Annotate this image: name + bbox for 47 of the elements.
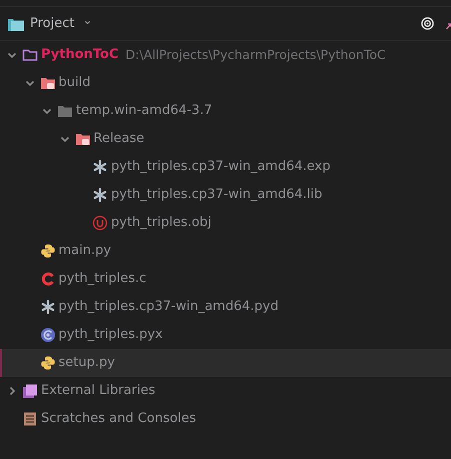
item-label: pyth_triples.obj xyxy=(111,214,212,232)
item-label: setup.py xyxy=(58,354,115,372)
item-label: Release xyxy=(94,130,144,148)
folder-icon xyxy=(74,131,90,147)
asterisk-icon xyxy=(40,299,56,315)
arrow-icon[interactable] xyxy=(446,20,451,30)
tree-row[interactable]: pyth_triples.cp37-win_amd64.lib xyxy=(0,181,451,209)
tree-row[interactable]: Release xyxy=(0,125,451,153)
item-label: Scratches and Consoles xyxy=(41,410,196,428)
c-file-icon xyxy=(40,271,56,287)
tree-row[interactable]: temp.win-amd64-3.7 xyxy=(0,97,451,125)
tree-row[interactable]: pyth_triples.cp37-win_amd64.pyd xyxy=(0,293,451,321)
object-file-icon xyxy=(92,215,108,231)
item-label: build xyxy=(58,74,90,92)
folder-icon xyxy=(40,75,56,91)
folder-icon xyxy=(57,103,73,119)
asterisk-icon xyxy=(92,187,108,203)
item-label: main.py xyxy=(58,242,112,260)
scratches-icon xyxy=(22,411,38,427)
tree-row[interactable]: build xyxy=(0,69,451,97)
tree-row[interactable]: main.py xyxy=(0,237,451,265)
item-label: pyth_triples.cp37-win_amd64.exp xyxy=(111,158,330,176)
item-label: pyth_triples.pyx xyxy=(58,326,163,344)
tree-row[interactable]: pyth_triples.obj xyxy=(0,209,451,237)
tree-row[interactable]: pyth_triples.pyx xyxy=(0,321,451,349)
tree-row[interactable]: pyth_triples.cp37-win_amd64.exp xyxy=(0,153,451,181)
item-label: pyth_triples.cp37-win_amd64.lib xyxy=(111,186,322,204)
cython-icon xyxy=(40,327,56,343)
tree-row[interactable]: setup.py xyxy=(0,349,451,377)
project-path: D:\AllProjects\PycharmProjects\PythonToC xyxy=(126,46,386,64)
item-label: temp.win-amd64-3.7 xyxy=(76,102,212,120)
item-label: PythonToC xyxy=(41,46,119,64)
folder-icon xyxy=(8,16,24,30)
asterisk-icon xyxy=(92,159,108,175)
target-icon[interactable] xyxy=(421,17,434,30)
folder-icon xyxy=(22,47,38,63)
project-view-dropdown[interactable]: Project ⌄ xyxy=(30,14,93,34)
item-label: pyth_triples.cp37-win_amd64.pyd xyxy=(58,298,278,316)
tree-row[interactable]: pyth_triples.c xyxy=(0,265,451,293)
tree-row[interactable]: External Libraries xyxy=(0,377,451,405)
tree-row[interactable]: PythonToC D:\AllProjects\PycharmProjects\PythonToC xyxy=(0,41,451,69)
python-icon xyxy=(40,355,56,371)
library-icon xyxy=(22,383,38,399)
tree-row[interactable]: Scratches and Consoles xyxy=(0,405,451,433)
python-icon xyxy=(40,243,56,259)
item-label: External Libraries xyxy=(41,382,156,400)
item-label: pyth_triples.c xyxy=(58,270,146,288)
